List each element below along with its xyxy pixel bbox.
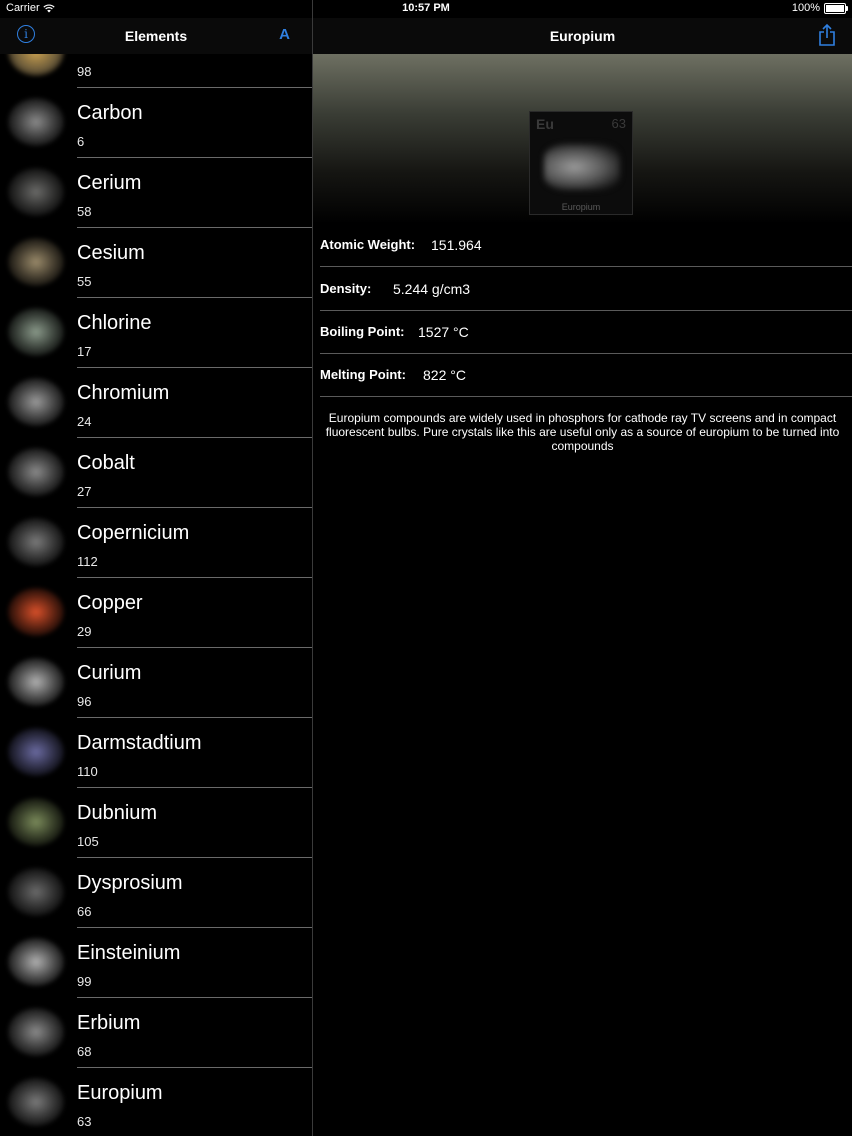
elements-list-pane: 98 Carbon 6 Cerium 58 Cesium 55 Chlorine 17 Chro… [0,0,312,1136]
element-number: 105 [77,834,99,849]
property-melting-point: Melting Point: 822 °C [313,354,852,397]
list-item[interactable]: Darmstadtium 110 [0,718,312,788]
element-thumbnail [8,938,64,986]
element-thumbnail [8,658,64,706]
element-thumbnail [8,1078,64,1126]
element-name: Dubnium [77,802,158,824]
element-hero-image: Eu 63 Europium [313,54,852,224]
sort-alphabetical-button[interactable]: A [279,26,290,43]
row-separator [320,396,852,397]
element-name: Darmstadtium [77,732,202,754]
list-item[interactable]: Europium 63 [0,1068,312,1136]
property-value: 151.964 [431,237,482,253]
tile-name: Europium [561,202,601,212]
element-thumbnail [8,308,64,356]
status-time: 10:57 PM [402,2,450,14]
share-icon[interactable] [818,23,836,47]
element-number: 98 [77,64,92,79]
element-number: 27 [77,484,92,499]
element-number: 112 [77,554,98,569]
tile-symbol: Eu [536,116,554,132]
element-name: Carbon [77,102,143,124]
property-atomic-weight: Atomic Weight: 151.964 [313,224,852,267]
elements-list[interactable]: 98 Carbon 6 Cerium 58 Cesium 55 Chlorine 17 Chro… [0,54,312,1136]
element-thumbnail [8,168,64,216]
list-item[interactable]: Cerium 58 [0,158,312,228]
property-label: Melting Point: [320,367,406,382]
list-item[interactable]: Dubnium 105 [0,788,312,858]
element-number: 63 [77,1114,92,1129]
element-name: Erbium [77,1012,141,1034]
element-name: Copernicium [77,522,190,544]
property-value: 1527 °C [418,324,469,340]
element-thumbnail [8,98,64,146]
list-item[interactable]: Copper 29 [0,578,312,648]
element-thumbnail [8,54,64,76]
element-number: 55 [77,274,92,289]
property-value: 822 °C [423,367,466,383]
element-name: Chromium [77,382,170,404]
element-name: Europium [77,1082,163,1104]
battery-icon [824,2,848,14]
element-thumbnail [8,868,64,916]
detail-navigation-bar: Europium [313,18,852,54]
battery-status: 100% [791,2,848,14]
element-name: Einsteinium [77,942,181,964]
element-thumbnail [8,798,64,846]
battery-percent: 100% [791,2,820,14]
left-navigation-bar: i Elements A [0,18,312,54]
element-thumbnail [8,518,64,566]
list-item[interactable]: Chlorine 17 [0,298,312,368]
list-item[interactable]: Cesium 55 [0,228,312,298]
element-number: 66 [77,904,92,919]
element-description: Europium compounds are widely used in ph… [325,411,840,453]
property-boiling-point: Boiling Point: 1527 °C [313,311,852,354]
element-name: Cesium [77,242,145,264]
detail-title: Europium [549,28,616,44]
element-number: 29 [77,624,92,639]
element-name: Dysprosium [77,872,183,894]
element-thumbnail [8,378,64,426]
property-label: Density: [320,281,372,296]
element-number: 58 [77,204,92,219]
status-bar: Carrier 10:57 PM 100% [0,0,852,18]
element-number: 17 [77,344,92,359]
list-item[interactable]: Erbium 68 [0,998,312,1068]
list-item[interactable]: Chromium 24 [0,368,312,438]
list-item[interactable]: Copernicium 112 [0,508,312,578]
row-separator [320,266,852,267]
property-density: Density: 5.244 g/cm3 [313,268,852,311]
element-thumbnail [8,448,64,496]
element-name: Cerium [77,172,142,194]
list-item[interactable]: 98 [0,54,312,88]
list-item[interactable]: Dysprosium 66 [0,858,312,928]
element-number: 96 [77,694,92,709]
element-name: Curium [77,662,142,684]
list-item[interactable]: Einsteinium 99 [0,928,312,998]
property-label: Boiling Point: [320,324,405,339]
property-label: Atomic Weight: [320,237,416,252]
element-number: 99 [77,974,92,989]
element-name: Copper [77,592,143,614]
list-item[interactable]: Cobalt 27 [0,438,312,508]
element-number: 24 [77,414,92,429]
element-thumbnail [8,1008,64,1056]
list-item[interactable]: Carbon 6 [0,88,312,158]
list-item[interactable]: Curium 96 [0,648,312,718]
specimen-image [544,144,620,190]
element-thumbnail [8,728,64,776]
tile-number: 63 [611,116,626,131]
element-tile: Eu 63 Europium [529,111,633,215]
element-number: 6 [77,134,85,149]
nav-title: Elements [124,28,188,44]
element-thumbnail [8,238,64,286]
element-name: Chlorine [77,312,152,334]
element-name: Cobalt [77,452,135,474]
element-number: 110 [77,764,98,779]
element-thumbnail [8,588,64,636]
element-number: 68 [77,1044,92,1059]
property-value: 5.244 g/cm3 [393,281,471,297]
